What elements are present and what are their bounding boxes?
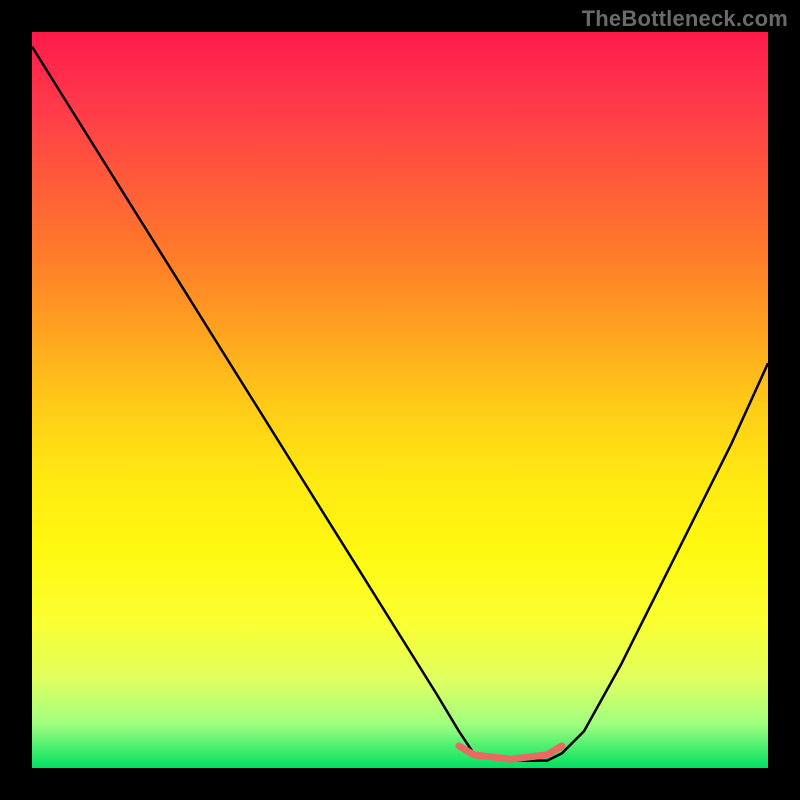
chart-container: TheBottleneck.com	[0, 0, 800, 800]
optimal-marker	[459, 746, 562, 759]
bottleneck-curve	[32, 47, 768, 761]
watermark: TheBottleneck.com	[582, 6, 788, 32]
plot-area	[32, 32, 768, 768]
chart-svg	[32, 32, 768, 768]
